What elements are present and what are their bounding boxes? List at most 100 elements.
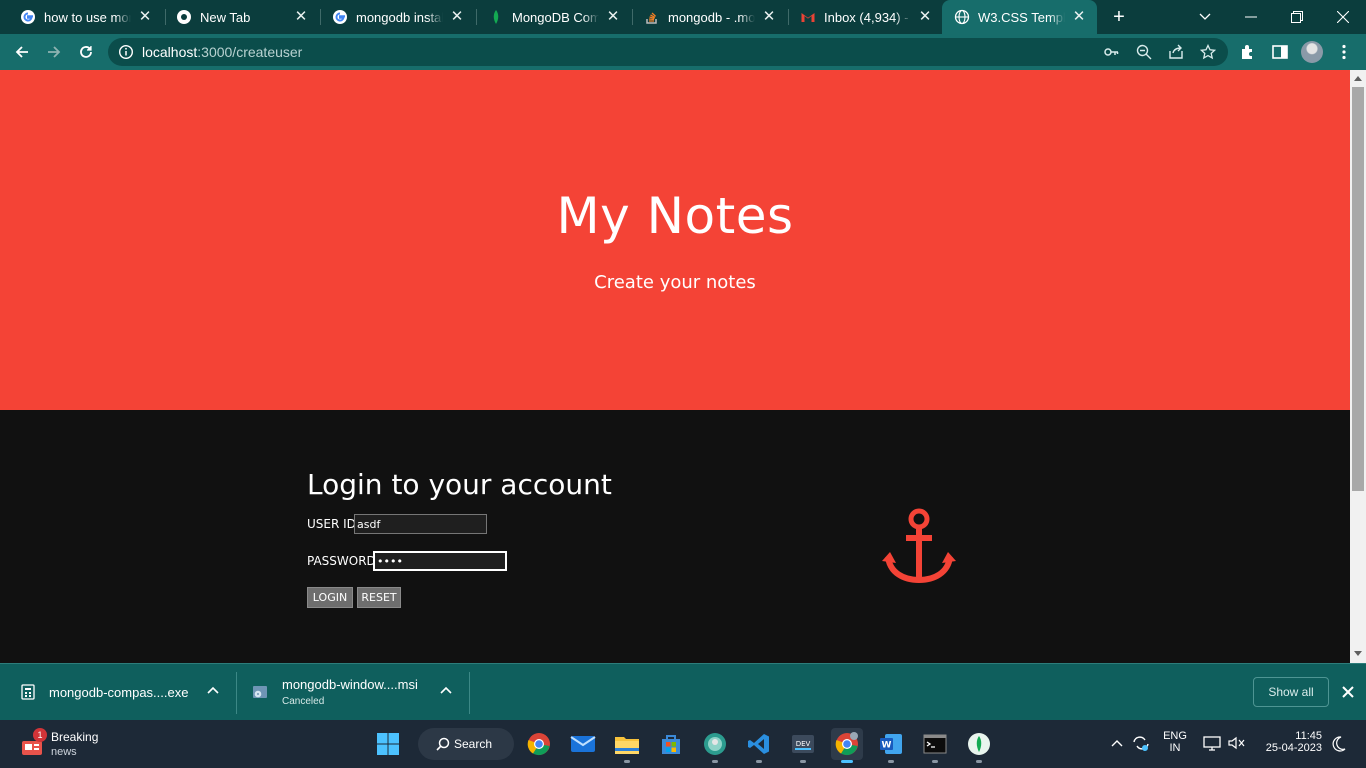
kebab-menu-icon[interactable] (1335, 43, 1353, 61)
tab-search-chevron-icon[interactable] (1182, 0, 1228, 34)
close-icon[interactable]: ✕ (761, 9, 777, 25)
mail-app-icon[interactable] (567, 728, 599, 760)
terminal-app-icon[interactable] (919, 728, 951, 763)
bookmark-star-icon[interactable] (1199, 43, 1217, 60)
gmail-icon (800, 9, 816, 25)
download-item-mongodb-msi[interactable]: mongodb-window....msi Canceled (252, 664, 432, 720)
news-widget[interactable]: 1 Breaking news (18, 728, 128, 762)
close-icon[interactable]: ✕ (137, 9, 153, 25)
userid-input[interactable] (354, 514, 487, 534)
tab-new-tab[interactable]: New Tab ✕ (164, 0, 319, 34)
news-headline: Breaking (51, 730, 99, 744)
chrome-icon (176, 9, 192, 25)
taskbar-search[interactable]: Search (418, 728, 514, 760)
start-windows-icon[interactable] (372, 728, 404, 760)
msi-file-icon (252, 684, 268, 700)
mongodb-leaf-icon (488, 9, 504, 25)
close-icon[interactable]: ✕ (293, 9, 309, 25)
tab-gmail-inbox[interactable]: Inbox (4,934) - up ✕ (788, 0, 943, 34)
tab-title: mongodb install (356, 9, 443, 25)
volume-muted-icon[interactable] (1228, 735, 1246, 756)
microsoft-store-icon[interactable] (655, 728, 687, 760)
new-tab-button[interactable]: + (1108, 7, 1130, 27)
tab-mongodb-install[interactable]: mongodb install ✕ (320, 0, 475, 34)
tab-w3css-template[interactable]: W3.CSS Template ✕ (942, 0, 1097, 34)
close-icon[interactable]: ✕ (605, 9, 621, 25)
tab-how-to-use-mongodb[interactable]: how to use mongodb ✕ (8, 0, 163, 34)
minimize-icon[interactable] (1228, 0, 1274, 34)
stackoverflow-icon (644, 9, 660, 25)
profile-avatar[interactable] (1301, 41, 1323, 63)
tab-title: New Tab (200, 9, 251, 25)
edge-profile-icon[interactable] (699, 728, 731, 763)
extensions-puzzle-icon[interactable] (1239, 43, 1257, 61)
chrome-active-app-icon[interactable] (831, 728, 863, 763)
news-badge: 1 (33, 728, 47, 742)
chrome-app-icon[interactable] (523, 728, 555, 760)
exe-file-icon (20, 684, 36, 700)
tab-title: W3.CSS Template (978, 9, 1065, 25)
svg-text:W: W (882, 741, 892, 751)
windows-taskbar: 1 Breaking news Search DEV W ENG IN 11:4… (0, 720, 1366, 768)
userid-label: USER ID: (307, 517, 360, 531)
language-indicator[interactable]: ENG IN (1160, 730, 1190, 754)
back-arrow-icon[interactable] (9, 39, 35, 65)
clock-date: 25-04-2023 (1265, 742, 1322, 754)
onedrive-sync-icon[interactable] (1131, 734, 1151, 757)
download-filename: mongodb-compas....exe (49, 684, 189, 700)
tab-mongodb-stackoverflow[interactable]: mongodb - .mongo ✕ (632, 0, 787, 34)
scroll-up-arrow-icon[interactable] (1354, 76, 1362, 81)
tab-title: MongoDB Compass (512, 9, 599, 25)
url-host: localhost (142, 44, 198, 60)
close-icon[interactable]: ✕ (449, 9, 465, 25)
page-scrollbar[interactable] (1350, 70, 1366, 663)
svg-text:DEV: DEV (796, 740, 811, 748)
share-icon[interactable] (1168, 44, 1184, 60)
reset-button[interactable]: RESET (357, 587, 401, 608)
focus-moon-icon[interactable] (1332, 736, 1346, 757)
password-label: PASSWORD: (307, 554, 380, 568)
close-icon[interactable]: ✕ (917, 9, 933, 25)
close-window-icon[interactable] (1320, 0, 1366, 34)
search-icon (436, 737, 450, 751)
page-viewport: My Notes Create your notes Login to your… (0, 70, 1350, 663)
tray-chevron-up-icon[interactable] (1110, 737, 1124, 756)
globe-icon (954, 9, 970, 25)
address-bar[interactable]: localhost:3000/createuser (108, 38, 1228, 66)
page-title: My Notes (556, 187, 794, 245)
page-subtitle: Create your notes (594, 272, 756, 293)
chevron-up-icon[interactable] (206, 684, 220, 698)
show-all-downloads-button[interactable]: Show all (1253, 677, 1329, 707)
side-panel-icon[interactable] (1271, 43, 1289, 61)
site-info-icon[interactable] (118, 44, 134, 60)
restore-icon[interactable] (1274, 0, 1320, 34)
close-icon[interactable]: ✕ (1071, 9, 1087, 25)
word-app-icon[interactable]: W (875, 728, 907, 763)
language-code: ENG (1163, 730, 1187, 742)
login-heading: Login to your account (307, 468, 612, 501)
login-button[interactable]: LOGIN (307, 587, 353, 608)
close-icon[interactable] (1339, 683, 1357, 701)
scroll-down-arrow-icon[interactable] (1354, 651, 1362, 656)
tab-mongodb-compass[interactable]: MongoDB Compass ✕ (476, 0, 631, 34)
search-label: Search (454, 737, 493, 751)
key-icon[interactable] (1103, 44, 1119, 60)
reload-icon[interactable] (73, 39, 99, 65)
url-text: localhost:3000/createuser (142, 44, 302, 60)
chevron-up-icon[interactable] (439, 684, 453, 698)
vscode-icon[interactable] (743, 728, 775, 763)
zoom-out-icon[interactable] (1136, 44, 1152, 60)
password-input[interactable] (373, 551, 507, 571)
file-explorer-icon[interactable] (611, 728, 643, 763)
clock[interactable]: 11:45 25-04-2023 (1256, 730, 1326, 754)
news-subline: news (51, 746, 77, 758)
anchor-icon (880, 505, 960, 585)
mongodb-compass-app-icon[interactable] (963, 728, 995, 763)
dev-home-icon[interactable]: DEV (787, 728, 819, 763)
display-icon[interactable] (1203, 735, 1221, 756)
forward-arrow-icon[interactable] (41, 39, 67, 65)
browser-tab-strip: how to use mongodb ✕ New Tab ✕ mongodb i… (0, 0, 1366, 34)
download-item-compass[interactable]: mongodb-compas....exe (20, 664, 230, 720)
scrollbar-thumb[interactable] (1352, 87, 1364, 491)
google-icon (332, 9, 348, 25)
